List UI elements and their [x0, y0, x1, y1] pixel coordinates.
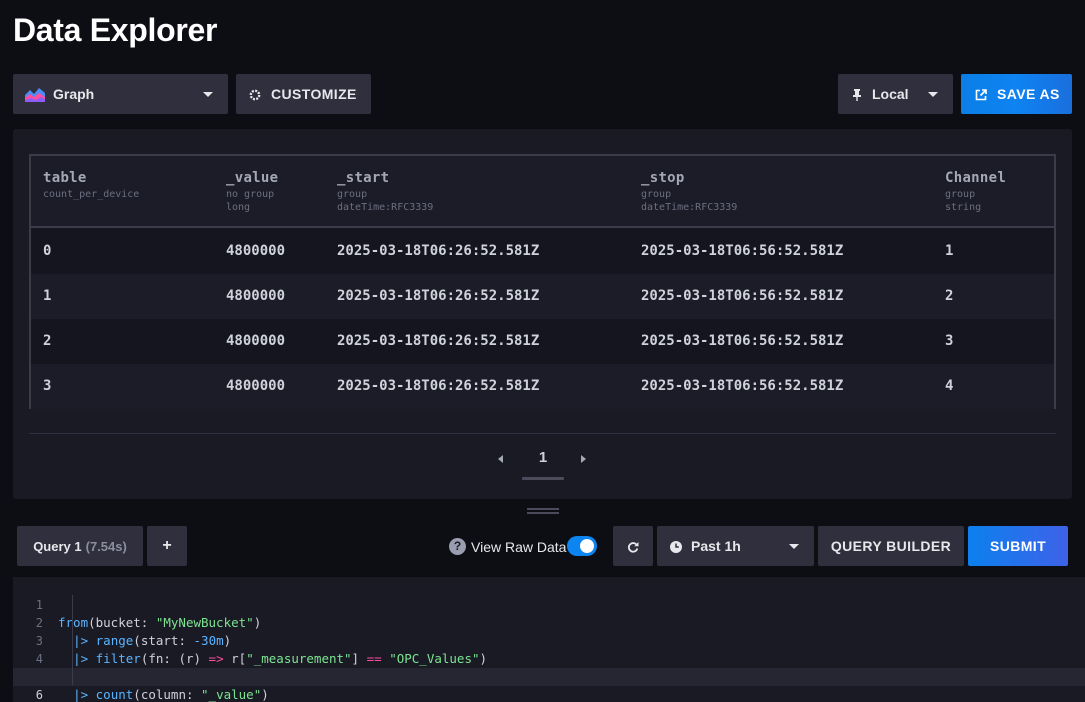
table-cell: 1 — [945, 243, 954, 259]
table-cell: 4800000 — [226, 243, 286, 259]
gear-icon — [249, 88, 261, 101]
table-cell: 3 — [945, 333, 954, 349]
help-icon[interactable]: ? — [449, 538, 466, 555]
column-type: dateTime:RFC3339 — [641, 202, 738, 213]
editor-line: 3 |> filter(fn: (r) => r["_measurement"]… — [13, 614, 1085, 666]
view-raw-data-toggle[interactable] — [567, 536, 597, 556]
table-row: 1 4800000 2025-03-18T06:26:52.581Z 2025-… — [31, 274, 1054, 319]
table-cell: 2025-03-18T06:56:52.581Z — [641, 378, 844, 394]
table-cell: 2025-03-18T06:56:52.581Z — [641, 243, 844, 259]
column-type: long — [226, 202, 251, 213]
page-number[interactable]: 1 — [522, 449, 564, 466]
query-tab-label: Query 1 — [33, 538, 82, 554]
table-cell: 2025-03-18T06:26:52.581Z — [337, 243, 540, 259]
editor-line: 1 from(bucket: "MyNewBucket") — [13, 578, 1085, 630]
results-panel: table count_per_device _value no group l… — [13, 129, 1072, 499]
editor-line: 5 |> count(column: "_value") — [13, 650, 1085, 702]
query-editor[interactable]: 1 from(bucket: "MyNewBucket") 2 |> range… — [13, 577, 1085, 702]
column-header-table[interactable]: table count_per_device — [43, 170, 139, 201]
submit-button[interactable]: SUBMIT — [968, 526, 1068, 566]
time-range-label: Past 1h — [691, 538, 741, 554]
plus-icon: + — [162, 537, 172, 554]
time-range-dropdown[interactable]: Past 1h — [657, 526, 814, 566]
query-tab-duration: (7.54s) — [85, 538, 127, 554]
table-cell: 2025-03-18T06:26:52.581Z — [337, 378, 540, 394]
visualization-type-label: Graph — [53, 86, 95, 102]
table-cell: 2025-03-18T06:56:52.581Z — [641, 288, 844, 304]
chevron-down-icon — [203, 92, 213, 97]
query-builder-label: QUERY BUILDER — [830, 538, 952, 554]
code-line: |> count(column: "_value") — [73, 687, 269, 702]
column-header-channel[interactable]: Channel group string — [945, 170, 1006, 214]
table-cell: 4800000 — [226, 333, 286, 349]
panel-resize-handle[interactable] — [527, 512, 559, 514]
table-row: 2 4800000 2025-03-18T06:26:52.581Z 2025-… — [31, 319, 1054, 364]
table-cell: 2 — [945, 288, 954, 304]
column-name: _stop — [641, 170, 685, 186]
indent-guide — [72, 595, 73, 685]
save-as-button[interactable]: SAVE AS — [961, 74, 1072, 114]
table-row: 0 4800000 2025-03-18T06:26:52.581Z 2025-… — [31, 229, 1054, 274]
view-raw-data-label: View Raw Data — [471, 539, 567, 555]
pagination-divider — [29, 433, 1056, 434]
table-cell: 1 — [43, 288, 52, 304]
column-header-value[interactable]: _value no group long — [226, 170, 278, 214]
column-group: group — [945, 189, 976, 200]
table-row: 3 4800000 2025-03-18T06:26:52.581Z 2025-… — [31, 364, 1054, 409]
next-page-icon[interactable] — [581, 455, 586, 463]
external-link-icon — [975, 88, 987, 101]
customize-button[interactable]: CUSTOMIZE — [236, 74, 371, 114]
table-cell: 2 — [43, 333, 52, 349]
timezone-dropdown[interactable]: Local — [838, 74, 953, 114]
save-as-label: SAVE AS — [997, 86, 1060, 102]
editor-line: 4 |> group(columns: ["Channel"], mode: "… — [13, 632, 1085, 684]
timezone-label: Local — [872, 86, 909, 102]
column-group: count_per_device — [43, 189, 140, 200]
column-name: _value — [226, 170, 279, 186]
toggle-knob — [580, 539, 594, 553]
refresh-button[interactable] — [613, 526, 653, 566]
chevron-down-icon — [928, 92, 938, 97]
chevron-down-icon — [789, 544, 799, 549]
column-name: Channel — [945, 170, 1007, 186]
column-name: _start — [337, 170, 390, 186]
current-page-indicator — [522, 477, 564, 480]
line-number: 6 — [35, 688, 43, 702]
table-cell: 4800000 — [226, 378, 286, 394]
refresh-icon — [627, 540, 639, 553]
column-type: string — [945, 202, 982, 213]
table-cell: 2025-03-18T06:26:52.581Z — [337, 288, 540, 304]
column-group: group — [337, 189, 368, 200]
editor-line: 2 |> range(start: -30m) — [13, 596, 1085, 648]
table-cell: 0 — [43, 243, 52, 259]
column-name: table — [43, 170, 87, 186]
editor-line-active: 6 |> yield(name: "count_per_device") — [13, 668, 1085, 702]
column-group: group — [641, 189, 672, 200]
column-header-stop[interactable]: _stop group dateTime:RFC3339 — [641, 170, 737, 214]
graph-icon — [25, 86, 45, 102]
table-cell: 3 — [43, 378, 52, 394]
query-builder-button[interactable]: QUERY BUILDER — [818, 526, 964, 566]
clock-icon — [670, 540, 682, 553]
column-header-start[interactable]: _start group dateTime:RFC3339 — [337, 170, 433, 214]
query-tab[interactable]: Query 1 (7.54s) — [17, 526, 143, 566]
page-title: Data Explorer — [13, 12, 218, 48]
results-table: table count_per_device _value no group l… — [29, 154, 1056, 409]
table-cell: 4800000 — [226, 288, 286, 304]
table-header: table count_per_device _value no group l… — [31, 156, 1054, 228]
column-type: dateTime:RFC3339 — [337, 202, 434, 213]
customize-label: CUSTOMIZE — [271, 86, 357, 102]
previous-page-icon[interactable] — [498, 455, 503, 463]
table-cell: 2025-03-18T06:56:52.581Z — [641, 333, 844, 349]
table-cell: 4 — [945, 378, 954, 394]
column-group: no group — [226, 189, 275, 200]
table-cell: 2025-03-18T06:26:52.581Z — [337, 333, 540, 349]
add-query-button[interactable]: + — [147, 526, 187, 566]
visualization-type-dropdown[interactable]: Graph — [13, 74, 228, 114]
pin-icon — [852, 88, 862, 101]
submit-label: SUBMIT — [989, 538, 1047, 554]
panel-resize-handle[interactable] — [527, 508, 559, 510]
